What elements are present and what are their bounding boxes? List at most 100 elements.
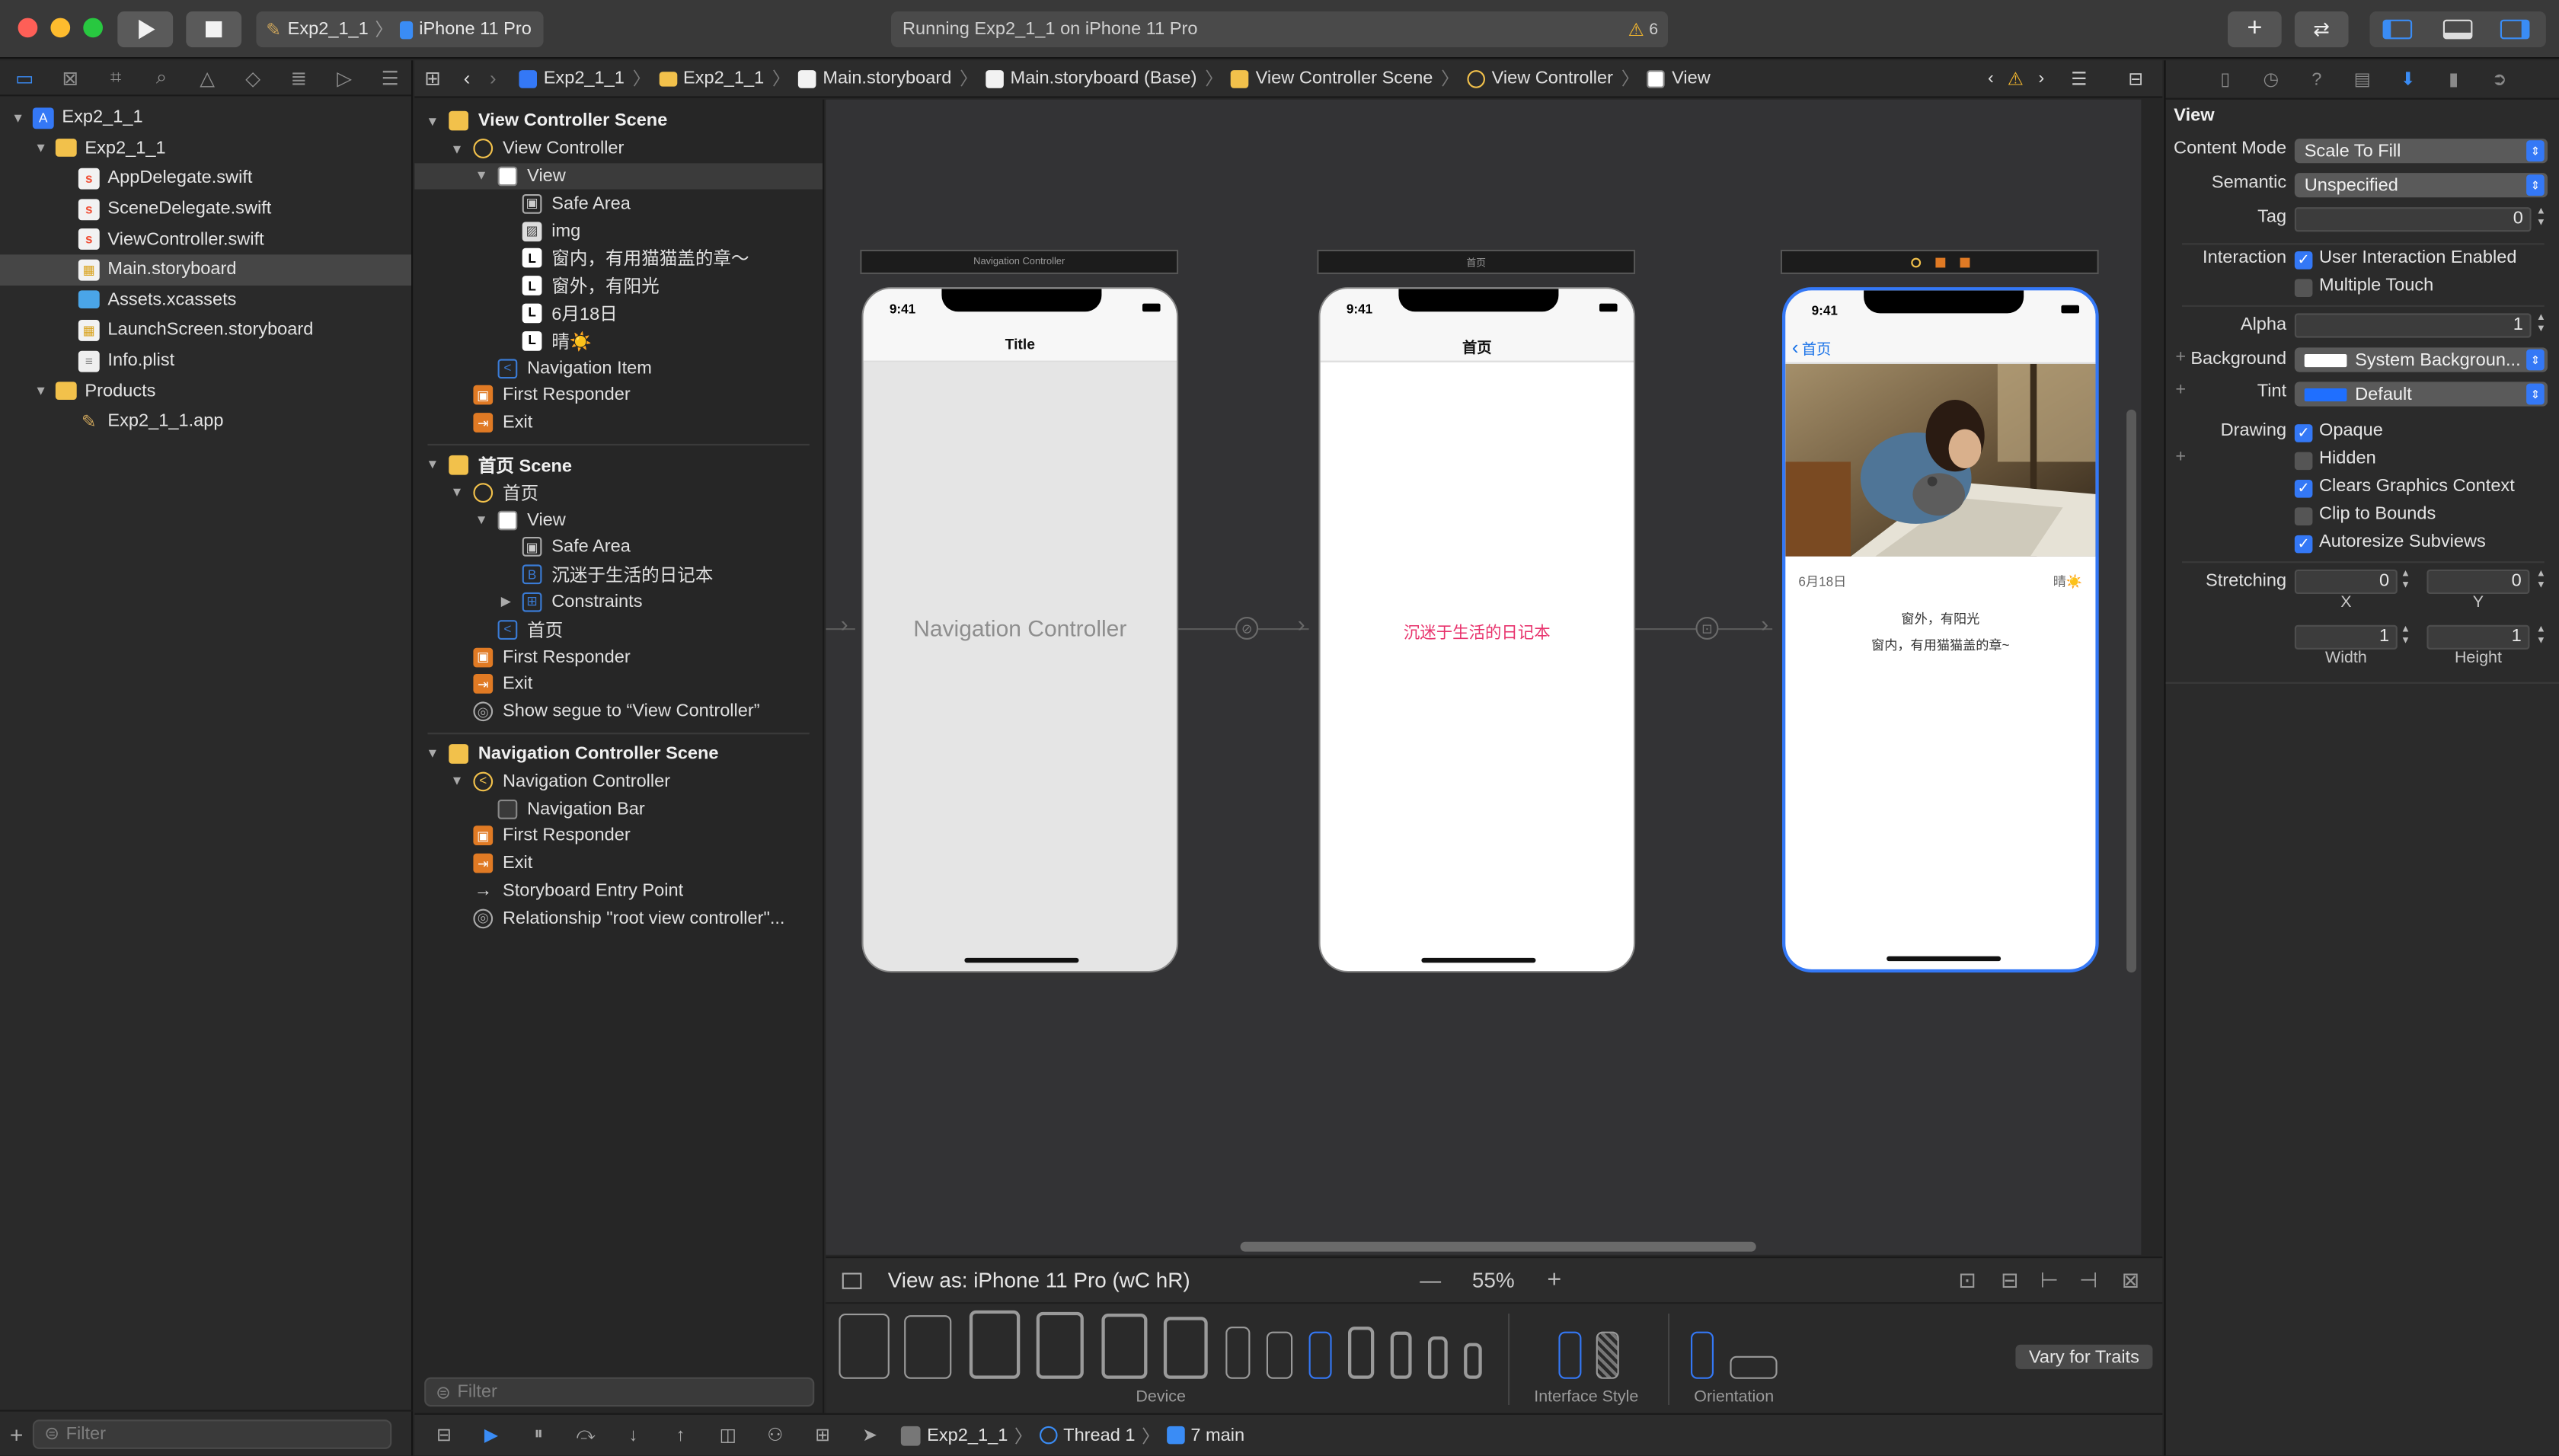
disclosure-triangle-icon[interactable]: ▼ <box>424 746 440 761</box>
previous-issue-icon[interactable]: ‹ <box>1988 69 1994 88</box>
zoom-in-button[interactable]: + <box>1547 1266 1561 1294</box>
disclosure-triangle-icon[interactable]: ▼ <box>449 142 465 156</box>
add-file-icon[interactable]: + <box>10 1420 24 1446</box>
outline-item[interactable]: L 窗内，有用猫猫盖的章～ <box>414 244 823 272</box>
disclosure-triangle-icon[interactable]: ▶ <box>498 595 514 609</box>
scheme-selector[interactable]: ✎ Exp2_1_1 〉 iPhone 11 Pro <box>256 11 544 48</box>
quick-help-tab-icon[interactable]: ? <box>2304 66 2330 92</box>
outline-item[interactable]: ▼ View Controller <box>414 135 823 162</box>
size-inspector-tab-icon[interactable]: ▮ <box>2441 66 2467 92</box>
light-appearance-icon[interactable] <box>1558 1331 1582 1379</box>
inspector-toggle-icon[interactable] <box>2500 19 2530 40</box>
outline-item[interactable]: → Storyboard Entry Point <box>414 877 823 905</box>
user-interaction-checkbox[interactable]: ✓ <box>2294 251 2313 270</box>
outline-item[interactable]: ▣ First Responder <box>414 382 823 409</box>
stretch-y-stepper[interactable]: ▲ ▼ <box>2535 570 2548 594</box>
outline-item[interactable]: ▼ < Navigation Controller <box>414 768 823 795</box>
disclosure-triangle-icon[interactable]: ▼ <box>33 384 49 398</box>
navigator-item[interactable]: ▼ Products <box>0 376 411 407</box>
test-navigator-tab-icon[interactable]: ◇ <box>238 63 268 93</box>
nav-controller-phone[interactable]: 9:41 Title Navigation Controller <box>861 287 1179 973</box>
device-ipad-air-icon[interactable] <box>969 1310 1021 1379</box>
disclosure-triangle-icon[interactable]: ▼ <box>473 512 489 527</box>
resolve-issues-icon[interactable]: ⊠ <box>2122 1267 2139 1293</box>
view-debugger-icon[interactable]: ◫ <box>710 1420 746 1450</box>
update-frames-icon[interactable]: ⊡ <box>1958 1267 1976 1293</box>
vary-for-traits-button[interactable]: Vary for Traits <box>2015 1344 2153 1369</box>
navigator-item[interactable]: Assets.xcassets <box>0 285 411 315</box>
file-inspector-tab-icon[interactable]: ▯ <box>2212 66 2238 92</box>
disclosure-triangle-icon[interactable]: ▼ <box>10 110 26 125</box>
thread-name[interactable]: Thread 1 <box>1063 1426 1135 1445</box>
history-inspector-tab-icon[interactable]: ◷ <box>2258 66 2284 92</box>
alpha-field[interactable]: 1 <box>2294 313 2532 338</box>
stretch-y-field[interactable]: 0 <box>2426 569 2530 594</box>
disclosure-triangle-icon[interactable]: ▼ <box>424 458 440 472</box>
outline-item[interactable]: B 沉迷于生活的日记本 <box>414 561 823 589</box>
breadcrumb-item[interactable]: Exp2_1_1 <box>658 69 764 88</box>
navigator-item[interactable]: s ViewController.swift <box>0 224 411 254</box>
semantic-popup[interactable]: Unspecified ⇕ <box>2294 173 2548 198</box>
debug-navigator-tab-icon[interactable]: ≣ <box>284 63 314 93</box>
dark-appearance-icon[interactable] <box>1596 1331 1619 1379</box>
outline-item[interactable]: ▣ First Responder <box>414 643 823 671</box>
landscape-orientation-icon[interactable] <box>1730 1355 1778 1379</box>
vertical-scrollbar[interactable] <box>2126 409 2136 973</box>
tag-stepper[interactable]: ▲ ▼ <box>2535 207 2548 231</box>
outline-item[interactable]: L 晴☀️ <box>414 327 823 354</box>
environment-overrides-icon[interactable]: ⊞ <box>804 1420 840 1450</box>
tag-field[interactable]: 0 <box>2294 207 2532 232</box>
outline-item[interactable]: ⇥ Exit <box>414 850 823 877</box>
device-iphone-8-plus-icon[interactable] <box>1348 1327 1375 1379</box>
debug-area-toggle-icon[interactable] <box>2442 19 2473 40</box>
outline-item[interactable]: ▣ Safe Area <box>414 534 823 561</box>
warning-indicator[interactable]: ⚠ 6 <box>1628 19 1659 40</box>
nav-controller-scene-header[interactable]: Navigation Controller <box>860 249 1179 274</box>
zoom-out-button[interactable]: — <box>1420 1268 1441 1292</box>
breakpoints-toggle-icon[interactable]: ▶ <box>473 1420 509 1450</box>
embed-in-icon[interactable]: ⊟ <box>2001 1267 2018 1293</box>
device-ipad-pro-12-icon[interactable] <box>839 1314 890 1379</box>
outline-filter-field[interactable]: ⊜ Filter <box>424 1377 815 1407</box>
breakpoint-navigator-tab-icon[interactable]: ▷ <box>330 63 359 93</box>
disclosure-triangle-icon[interactable]: ▼ <box>33 141 49 155</box>
outline-item[interactable]: ▼ View <box>414 506 823 534</box>
project-navigator-tab-icon[interactable]: ▭ <box>10 63 40 93</box>
opaque-checkbox[interactable]: ✓ <box>2294 424 2313 442</box>
connections-inspector-tab-icon[interactable]: ➲ <box>2487 66 2513 92</box>
forward-icon[interactable]: › <box>490 67 497 90</box>
device-iphone-11-pro-icon[interactable] <box>1308 1331 1332 1379</box>
disclosure-triangle-icon[interactable]: ▼ <box>449 485 465 500</box>
device-iphone-4s-icon[interactable] <box>1464 1343 1482 1379</box>
alpha-stepper[interactable]: ▲ ▼ <box>2535 313 2548 337</box>
breadcrumb-item[interactable]: Main.storyboard (Base) <box>986 69 1196 88</box>
breadcrumb-item[interactable]: Main.storyboard <box>798 69 951 88</box>
outline-item[interactable]: ▨ img <box>414 217 823 244</box>
memory-graph-icon[interactable]: ⚇ <box>757 1420 793 1450</box>
step-into-icon[interactable]: ↓ <box>615 1420 651 1450</box>
step-out-icon[interactable]: ↑ <box>663 1420 698 1450</box>
navigator-item[interactable]: ▦ Main.storyboard <box>0 254 411 286</box>
breadcrumb-item[interactable]: View Controller <box>1467 69 1613 88</box>
device-iphone-se-icon[interactable] <box>1428 1336 1448 1379</box>
stop-button[interactable] <box>186 11 242 48</box>
minimize-window-button[interactable] <box>50 18 71 38</box>
disclosure-triangle-icon[interactable]: ▼ <box>424 114 440 129</box>
navigator-item[interactable]: s AppDelegate.swift <box>0 164 411 194</box>
zoom-level[interactable]: 55% <box>1472 1268 1515 1292</box>
symbol-navigator-tab-icon[interactable]: ⌗ <box>101 63 131 93</box>
back-button[interactable]: ‹ 首页 <box>1792 336 1831 359</box>
outline-item[interactable]: ◎ Relationship "root view controller"... <box>414 905 823 932</box>
issue-navigator-tab-icon[interactable]: △ <box>193 63 222 93</box>
device-ipad-9-icon[interactable] <box>1163 1317 1208 1379</box>
related-items-icon[interactable]: ⊞ <box>424 67 441 90</box>
navigator-item[interactable]: s SceneDelegate.swift <box>0 194 411 225</box>
outline-scene[interactable]: ▼ Navigation Controller Scene <box>414 740 823 768</box>
clip-to-bounds-checkbox[interactable] <box>2294 507 2313 525</box>
view-controller-phone[interactable]: 9:41 ‹ 首页 6月18日 晴☀️ 窗外，有阳光 窗内，有用猫猫盖的章~ <box>1782 287 2099 973</box>
breadcrumb-item[interactable]: View <box>1647 69 1711 88</box>
close-window-button[interactable] <box>18 18 38 38</box>
stack-frame-name[interactable]: 7 main <box>1190 1426 1244 1445</box>
outline-item[interactable]: L 窗外，有阳光 <box>414 272 823 299</box>
step-over-icon[interactable]: ⤼ <box>568 1420 604 1450</box>
